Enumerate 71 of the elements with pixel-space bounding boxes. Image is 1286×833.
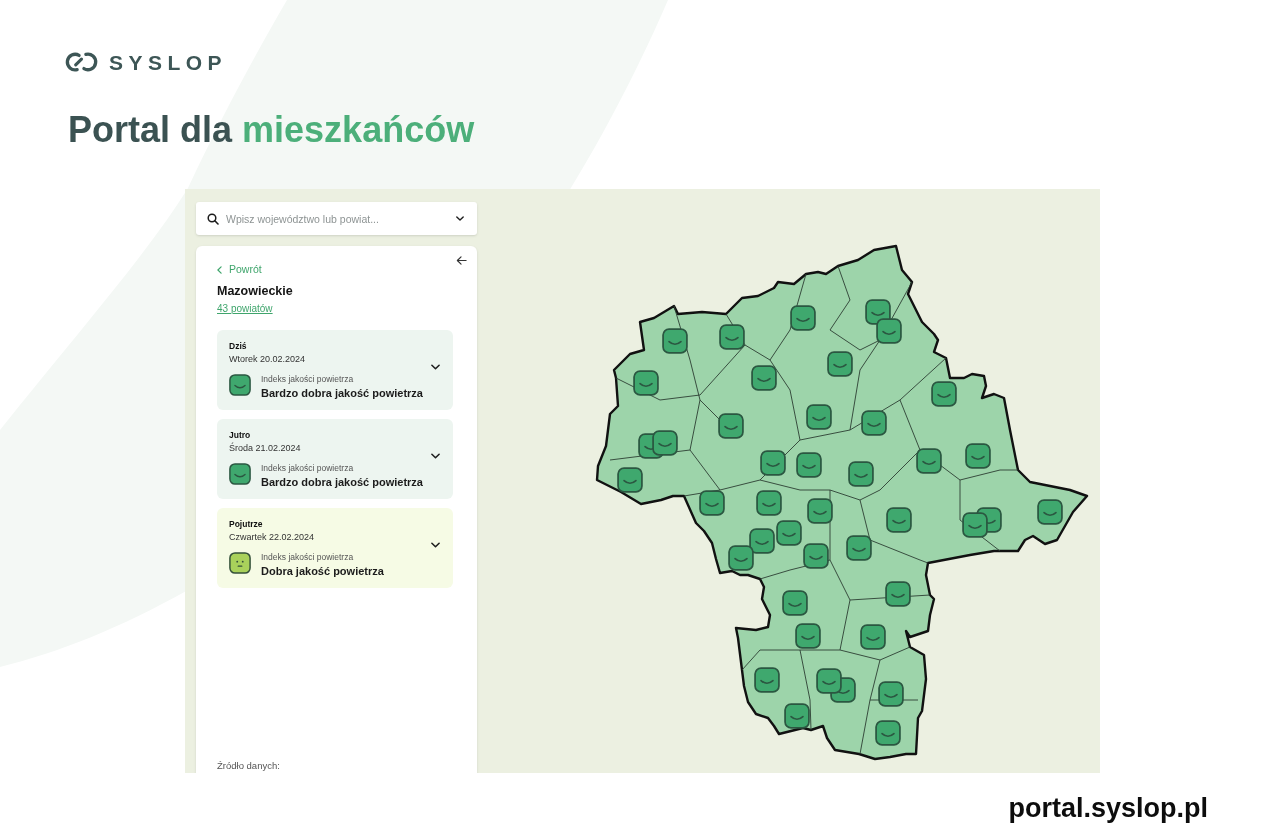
forecast-day: Dziś bbox=[229, 341, 247, 352]
air-quality-text: Dobra jakość powietrza bbox=[261, 564, 384, 578]
smiley-marker-icon[interactable] bbox=[806, 404, 832, 430]
smiley-marker-icon[interactable] bbox=[617, 467, 643, 493]
smiley-marker-icon[interactable] bbox=[916, 448, 942, 474]
smiley-marker-icon[interactable] bbox=[931, 381, 957, 407]
smiley-marker-icon[interactable] bbox=[718, 413, 744, 439]
smiley-marker-icon[interactable] bbox=[1037, 499, 1063, 525]
forecast-date: Środa 21.02.2024 bbox=[229, 442, 301, 454]
arrow-left-icon[interactable] bbox=[456, 255, 467, 266]
search-icon bbox=[207, 212, 219, 225]
smiley-marker-icon[interactable] bbox=[885, 581, 911, 607]
chevron-down-icon[interactable] bbox=[431, 541, 440, 548]
smiley-marker-icon[interactable] bbox=[796, 452, 822, 478]
chevron-down-icon[interactable] bbox=[431, 452, 440, 459]
data-source-label: Źródło danych: bbox=[217, 760, 280, 772]
smiley-marker-icon[interactable] bbox=[848, 461, 874, 487]
smiley-marker-icon[interactable] bbox=[776, 520, 802, 546]
smiley-marker-icon[interactable] bbox=[754, 667, 780, 693]
forecast-card[interactable]: Dziś Wtorek 20.02.2024 Indeks jakości powietrza Bardzo dobra jakość powietrza bbox=[217, 330, 453, 410]
smiley-marker-icon[interactable] bbox=[816, 668, 842, 694]
smiley-marker-icon[interactable] bbox=[860, 624, 886, 650]
smiley-marker-icon[interactable] bbox=[719, 324, 745, 350]
smiley-marker-icon[interactable] bbox=[846, 535, 872, 561]
smiley-marker-icon[interactable] bbox=[662, 328, 688, 354]
forecast-day: Jutro bbox=[229, 430, 251, 441]
smiley-marker-icon[interactable] bbox=[728, 545, 754, 571]
forecast-card[interactable]: Pojutrze Czwartek 22.02.2024 Indeks jakości powietrza Dobra jakość powietrza bbox=[217, 508, 453, 588]
brand-name: SYSLOP bbox=[109, 51, 227, 73]
smiley-marker-icon[interactable] bbox=[878, 681, 904, 707]
smiley-marker-icon[interactable] bbox=[652, 430, 678, 456]
smiley-marker-icon[interactable] bbox=[756, 490, 782, 516]
region-name: Mazowieckie bbox=[217, 283, 293, 299]
chevron-left-icon bbox=[217, 265, 222, 274]
forecast-date: Wtorek 20.02.2024 bbox=[229, 353, 306, 365]
portal-url: portal.syslop.pl bbox=[1008, 793, 1208, 823]
smiley-marker-icon[interactable] bbox=[795, 623, 821, 649]
smiley-marker-icon[interactable] bbox=[876, 318, 902, 344]
chevron-down-icon[interactable] bbox=[431, 363, 440, 370]
smiley-marker-icon[interactable] bbox=[861, 410, 887, 436]
forecast-day: Pojutrze bbox=[229, 519, 263, 530]
smiley-marker-icon[interactable] bbox=[803, 543, 829, 569]
index-label: Indeks jakości powietrza bbox=[261, 463, 354, 474]
smiley-marker-icon[interactable] bbox=[965, 443, 991, 469]
smiley-marker-icon[interactable] bbox=[962, 512, 988, 538]
chevron-down-icon[interactable] bbox=[456, 216, 464, 221]
logo-icon bbox=[65, 50, 98, 74]
smiley-marker-icon[interactable] bbox=[886, 507, 912, 533]
smiley-marker-icon[interactable] bbox=[807, 498, 833, 524]
smiley-marker-icon[interactable] bbox=[633, 370, 659, 396]
smiley-marker-icon[interactable] bbox=[782, 590, 808, 616]
search-bar[interactable]: Wpisz województwo lub powiat... bbox=[196, 202, 477, 235]
air-quality-face-icon bbox=[229, 552, 251, 574]
smiley-marker-icon[interactable] bbox=[699, 490, 725, 516]
air-quality-face-icon bbox=[229, 374, 251, 396]
smiley-marker-icon[interactable] bbox=[875, 720, 901, 746]
smiley-marker-icon[interactable] bbox=[790, 305, 816, 331]
index-label: Indeks jakości powietrza bbox=[261, 374, 354, 385]
smiley-marker-icon[interactable] bbox=[760, 450, 786, 476]
page-title: Portal dla mieszkańców bbox=[68, 112, 475, 148]
air-quality-text: Bardzo dobra jakość powietrza bbox=[261, 386, 423, 400]
forecast-card[interactable]: Jutro Środa 21.02.2024 Indeks jakości powietrza Bardzo dobra jakość powietrza bbox=[217, 419, 453, 499]
smiley-marker-icon[interactable] bbox=[751, 365, 777, 391]
air-quality-face-icon bbox=[229, 463, 251, 485]
index-label: Indeks jakości powietrza bbox=[261, 552, 354, 563]
search-field[interactable]: Wpisz województwo lub powiat... bbox=[226, 209, 449, 228]
forecast-date: Czwartek 22.02.2024 bbox=[229, 531, 315, 543]
smiley-marker-icon[interactable] bbox=[749, 528, 775, 554]
smiley-marker-icon[interactable] bbox=[827, 351, 853, 377]
air-quality-text: Bardzo dobra jakość powietrza bbox=[261, 475, 423, 489]
smiley-marker-icon[interactable] bbox=[784, 703, 810, 729]
